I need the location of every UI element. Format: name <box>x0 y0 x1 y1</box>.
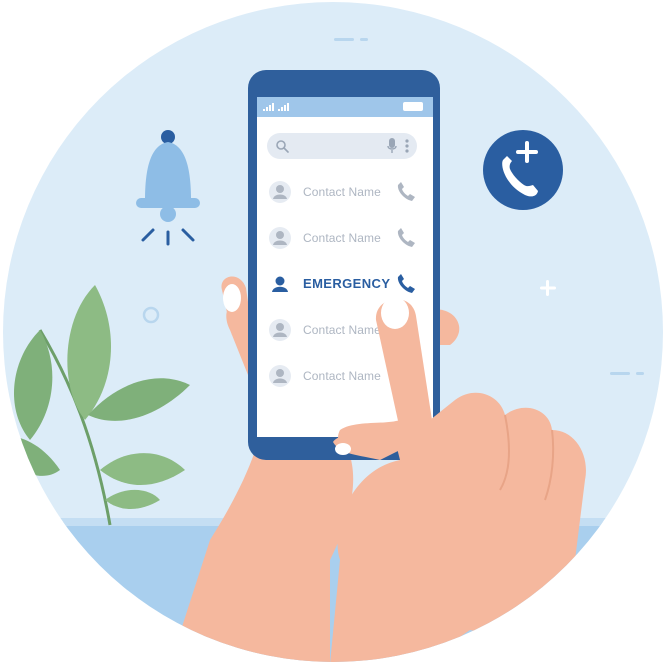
contact-row-emergency[interactable]: EMERGENCY <box>267 269 423 299</box>
contact-row[interactable]: Contact Name <box>267 223 423 253</box>
status-bar <box>257 97 433 117</box>
avatar-icon <box>269 365 291 387</box>
contact-name: Contact Name <box>303 369 381 383</box>
contact-name: Contact Name <box>303 185 381 199</box>
avatar-icon <box>272 276 288 292</box>
battery-icon <box>403 102 423 111</box>
contact-row[interactable]: Contact Name <box>267 361 423 391</box>
phone-screen: Contact Name Contact Name EMERGENCY Cont… <box>257 97 433 437</box>
more-vertical-icon[interactable] <box>405 138 409 154</box>
contact-row[interactable]: Contact Name <box>267 315 423 345</box>
contact-name: EMERGENCY <box>303 276 391 291</box>
phone-icon[interactable] <box>395 227 417 249</box>
search-bar[interactable] <box>267 133 417 159</box>
phone-icon[interactable] <box>395 273 417 295</box>
signal-icon <box>263 103 289 111</box>
search-icon <box>276 140 289 153</box>
contact-name: Contact Name <box>303 323 381 337</box>
mic-icon[interactable] <box>387 138 397 154</box>
avatar-icon <box>269 227 291 249</box>
add-call-icon <box>483 130 563 210</box>
avatar-icon <box>269 181 291 203</box>
phone-icon[interactable] <box>395 181 417 203</box>
avatar-icon <box>269 319 291 341</box>
contact-name: Contact Name <box>303 231 381 245</box>
contact-row[interactable]: Contact Name <box>267 177 423 207</box>
